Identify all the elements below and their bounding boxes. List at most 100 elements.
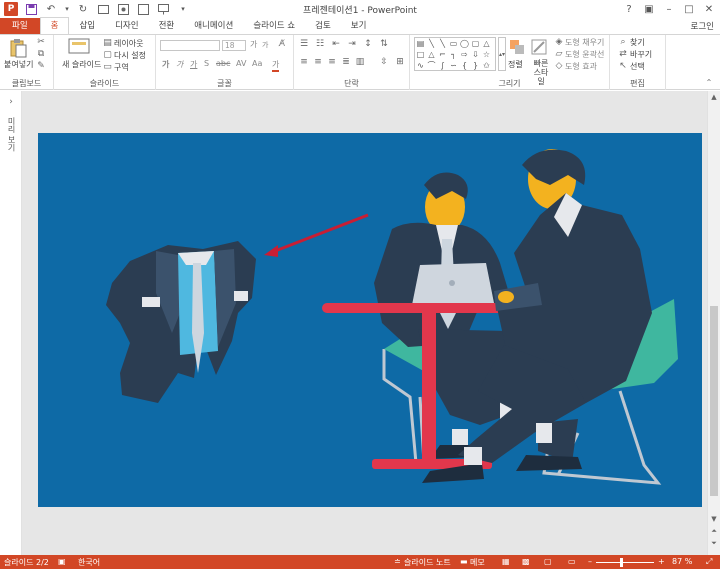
underline-button[interactable]: 가	[190, 59, 197, 70]
shapes-more-icon[interactable]: ▴▾	[498, 37, 506, 71]
spell-check-icon[interactable]: ▣	[58, 557, 66, 566]
shape-arc-icon[interactable]: ⌒	[426, 60, 437, 71]
grow-font-button[interactable]: 가	[250, 39, 257, 50]
shape-curve-icon[interactable]: ∫	[437, 60, 448, 71]
select-icon[interactable]: ↖	[618, 61, 628, 71]
tab-design[interactable]: 디자인	[105, 18, 148, 34]
bullets-icon[interactable]: ☰	[298, 39, 310, 49]
tab-animations[interactable]: 애니메이션	[184, 18, 243, 34]
quick-styles-icon[interactable]	[530, 38, 548, 56]
find-icon[interactable]: ⌕	[618, 37, 628, 47]
clear-format-icon[interactable]: A̸	[276, 39, 288, 49]
smartart-icon[interactable]: ⊞	[394, 57, 406, 67]
zoom-out-icon[interactable]: –	[588, 557, 592, 566]
arrange-button[interactable]: 정렬	[508, 59, 523, 70]
italic-button[interactable]: 가	[176, 59, 183, 70]
replace-icon[interactable]: ⇄	[618, 49, 628, 59]
notes-icon[interactable]: ≐	[394, 557, 401, 566]
zoom-level[interactable]: 87 %	[672, 557, 692, 566]
close-icon[interactable]: ✕	[702, 2, 716, 16]
change-case-button[interactable]: Aa	[252, 59, 262, 68]
shape-connector-icon[interactable]: ⌐	[437, 49, 448, 60]
zoom-slider-knob[interactable]	[620, 558, 623, 567]
paste-button[interactable]: 붙여넣기	[4, 59, 33, 70]
notes-button[interactable]: 슬라이드 노트	[404, 557, 451, 568]
previous-slide-icon[interactable]: ⏶	[708, 527, 720, 536]
shape-line-icon[interactable]: ╲	[437, 38, 448, 49]
shape-fill-icon[interactable]: ◈	[555, 37, 563, 47]
align-center-icon[interactable]: ≡	[312, 57, 324, 67]
layout-button[interactable]: 레이아웃	[114, 38, 143, 49]
arrow-line[interactable]	[264, 213, 369, 257]
zoom-in-icon[interactable]: +	[658, 557, 665, 566]
decrease-indent-icon[interactable]: ⇤	[330, 39, 342, 49]
scroll-down-icon[interactable]: ▼	[708, 515, 720, 523]
shapes-gallery[interactable]: ▤ ╲ ╲ ▭ ◯ ▢ △ □ △ ⌐ ┐ ⇨ ⇩ ☆ ∿ ⌒ ∫ ∽ { }	[414, 37, 496, 71]
thumbnail-pane-label[interactable]: 미리 보기	[6, 117, 17, 152]
comments-icon[interactable]: ▬	[460, 557, 468, 566]
normal-view-icon[interactable]: ▦	[502, 557, 510, 566]
font-color-button[interactable]: 가	[272, 59, 280, 72]
new-slide-icon[interactable]	[68, 38, 90, 56]
replace-button[interactable]: 바꾸기	[630, 49, 652, 60]
expand-pane-icon[interactable]: ›	[6, 97, 16, 107]
shape-effects-button[interactable]: 도형 효과	[565, 61, 597, 72]
shape-rounded-rect-icon[interactable]: ▢	[470, 38, 481, 49]
fit-slide-icon[interactable]: ⤢	[706, 557, 712, 567]
language-indicator[interactable]: 한국어	[78, 557, 100, 568]
arrange-icon[interactable]	[508, 38, 526, 56]
comments-button[interactable]: 메모	[470, 557, 485, 568]
empty-suit-image[interactable]	[106, 241, 256, 403]
help-icon[interactable]: ?	[622, 2, 636, 16]
font-size-combobox[interactable]: 18	[222, 40, 246, 51]
new-slide-icon[interactable]	[136, 2, 150, 16]
tab-view[interactable]: 보기	[341, 18, 377, 34]
ribbon-display-icon[interactable]: ▣	[642, 2, 656, 16]
numbering-icon[interactable]: ☷	[314, 39, 326, 49]
shape-outline-icon[interactable]: ▱	[555, 49, 563, 59]
undo-icon[interactable]: ↶	[44, 2, 58, 16]
shape-arrow-icon[interactable]: ⇨	[459, 49, 470, 60]
cut-icon[interactable]: ✂	[36, 37, 46, 47]
reset-icon[interactable]: ▢	[103, 50, 112, 60]
shape-textbox-icon[interactable]: ▤	[415, 38, 426, 49]
slide-show-icon[interactable]: ▭	[568, 557, 576, 566]
scrollbar-thumb[interactable]	[710, 306, 718, 496]
next-slide-icon[interactable]: ⏷	[708, 539, 720, 548]
tab-transitions[interactable]: 전환	[149, 18, 185, 34]
shape-rectangle-icon[interactable]: □	[415, 49, 426, 60]
seated-man-left[interactable]	[374, 172, 514, 459]
tab-slide-show[interactable]: 슬라이드 쇼	[243, 18, 305, 34]
shadow-button[interactable]: S	[204, 59, 209, 68]
font-name-combobox[interactable]	[160, 40, 220, 51]
slide-sorter-icon[interactable]: ▩	[522, 557, 530, 566]
layout-icon[interactable]: ▤	[103, 38, 112, 48]
vertical-scrollbar[interactable]: ▲ ▼ ⏶ ⏷	[707, 91, 720, 555]
slide-canvas[interactable]	[38, 133, 702, 507]
section-icon[interactable]: ▭	[103, 62, 112, 72]
undo-dropdown-icon[interactable]: ▾	[64, 2, 70, 16]
tab-home[interactable]: 홈	[39, 17, 70, 34]
save-icon[interactable]	[24, 2, 38, 16]
line-spacing-icon[interactable]: ↕	[362, 39, 374, 49]
shape-outline-button[interactable]: 도형 윤곽선	[565, 49, 604, 60]
new-slide-button[interactable]: 새 슬라이드	[62, 59, 101, 70]
collapse-ribbon-icon[interactable]: ⌃	[704, 77, 714, 87]
character-spacing-button[interactable]: AV	[236, 59, 246, 68]
scroll-up-icon[interactable]: ▲	[708, 93, 720, 101]
start-from-beginning-icon[interactable]	[96, 2, 110, 16]
reset-button[interactable]: 다시 설정	[114, 50, 146, 61]
text-direction-icon[interactable]: ⇅	[378, 39, 390, 49]
paste-icon[interactable]	[8, 38, 28, 58]
tab-file[interactable]: 파일	[0, 18, 40, 34]
shape-freeform-icon[interactable]: ∽	[448, 60, 459, 71]
shape-triangle-icon[interactable]: △	[481, 38, 492, 49]
bold-button[interactable]: 가	[162, 59, 169, 70]
find-button[interactable]: 찾기	[630, 37, 645, 48]
section-button[interactable]: 구역	[114, 62, 129, 73]
maximize-icon[interactable]: □	[682, 2, 696, 16]
redo-icon[interactable]: ↻	[76, 2, 90, 16]
justify-icon[interactable]: ≣	[340, 57, 352, 67]
shape-star-icon[interactable]: ☆	[481, 49, 492, 60]
shape-star-icon[interactable]: ✩	[481, 60, 492, 71]
